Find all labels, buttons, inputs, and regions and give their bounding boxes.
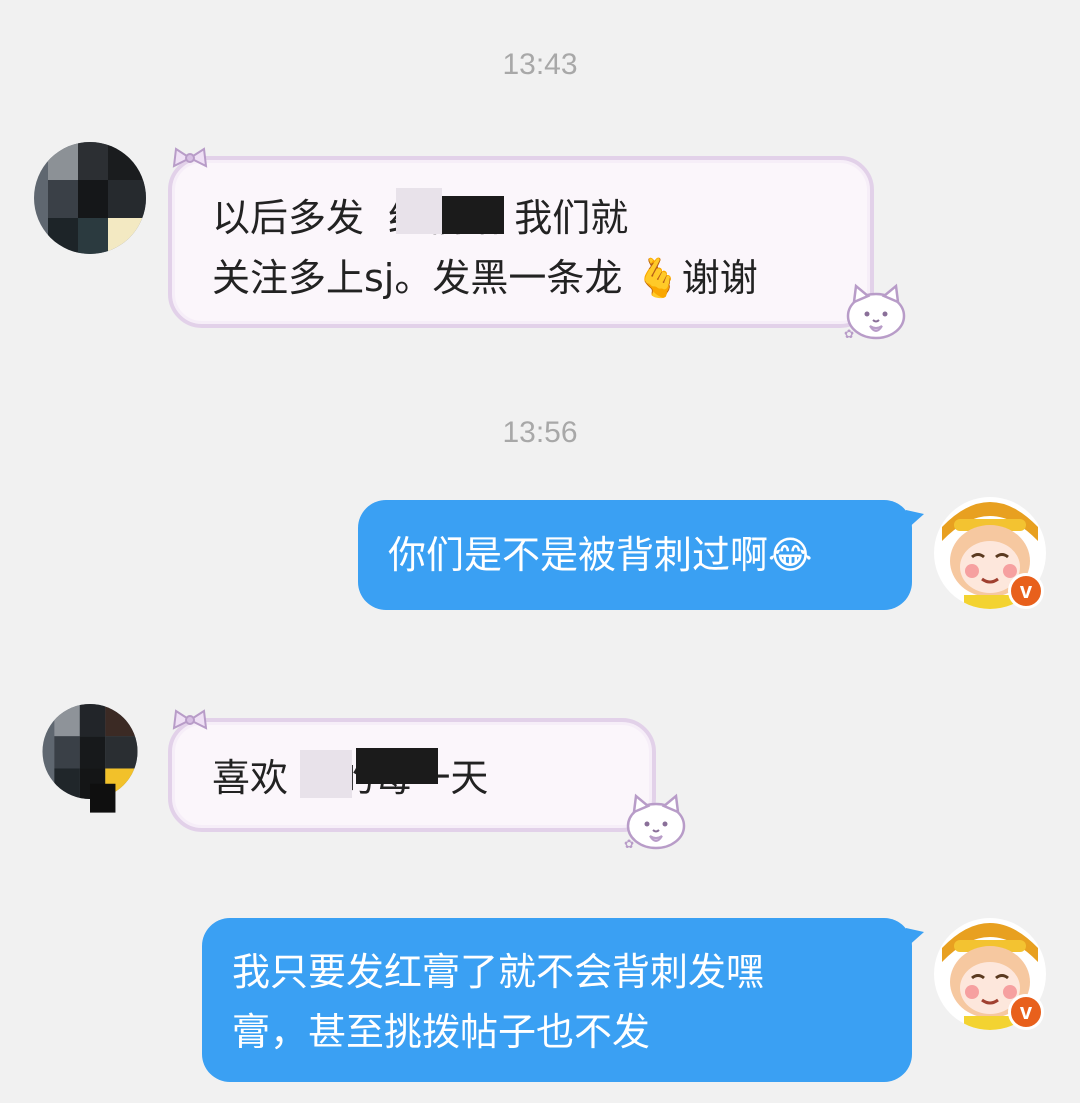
contact-avatar[interactable] bbox=[34, 142, 146, 254]
contact-avatar[interactable] bbox=[34, 704, 146, 816]
timestamp: 13:56 bbox=[502, 416, 578, 449]
message-text: 我只要发红膏了就不会背刺发嘿 膏，甚至挑拨帖子也不发 bbox=[232, 950, 765, 1054]
message-text: 你们是不是被背刺过啊😂 bbox=[388, 533, 813, 577]
verified-badge-icon: v bbox=[1008, 573, 1044, 609]
bow-icon bbox=[172, 709, 208, 730]
timestamp: 13:43 bbox=[502, 48, 578, 81]
bubble-tail bbox=[906, 928, 924, 948]
bubble-tail bbox=[906, 510, 924, 530]
bow-icon bbox=[172, 147, 208, 168]
redaction-block bbox=[442, 196, 504, 234]
verified-badge-icon: v bbox=[1008, 994, 1044, 1030]
redaction-blur bbox=[396, 188, 442, 234]
user-avatar[interactable]: v bbox=[934, 918, 1046, 1030]
svg-text:✿: ✿ bbox=[624, 837, 634, 851]
outgoing-message-bubble[interactable]: 我只要发红膏了就不会背刺发嘿 膏，甚至挑拨帖子也不发 bbox=[202, 918, 912, 1082]
pixelated-avatar-image bbox=[42, 704, 138, 813]
pixelated-avatar-image bbox=[34, 142, 146, 254]
redaction-block bbox=[356, 748, 438, 784]
cat-sticker-icon: ✿ bbox=[844, 283, 906, 341]
incoming-message-bubble[interactable]: 以后多发 红稿哈 我们就 关注多上sj。发黑一条龙 🫰谢谢 bbox=[168, 156, 874, 328]
cat-sticker-icon: ✿ bbox=[624, 793, 686, 851]
outgoing-message-bubble[interactable]: 你们是不是被背刺过啊😂 bbox=[358, 500, 912, 610]
user-avatar[interactable]: v bbox=[934, 497, 1046, 609]
message-text: 以后多发 红稿哈 我们就 关注多上sj。发黑一条龙 🫰谢谢 bbox=[212, 196, 758, 300]
redaction-blur bbox=[300, 750, 352, 798]
svg-text:✿: ✿ bbox=[844, 327, 854, 341]
